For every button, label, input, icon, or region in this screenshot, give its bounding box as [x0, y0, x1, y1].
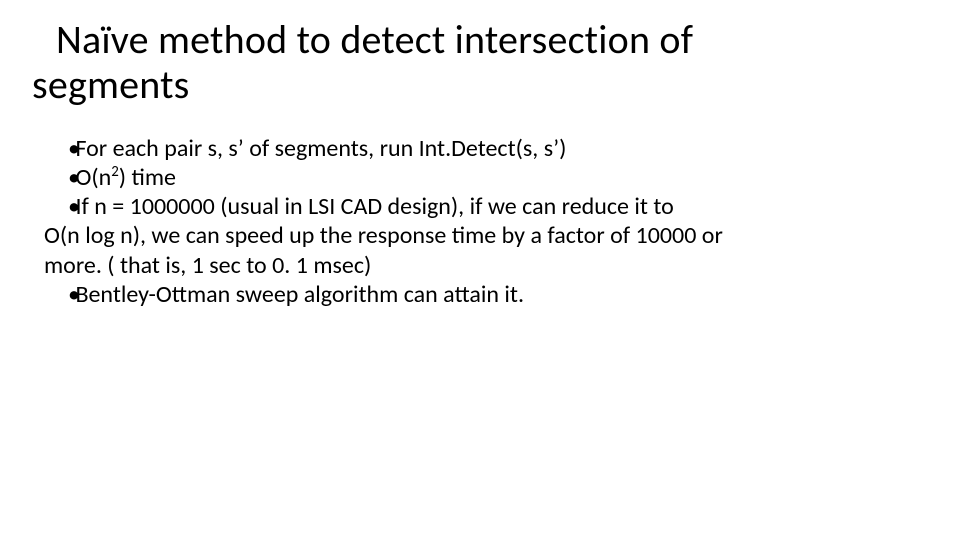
bullet-item-3-cont2: more. ( that is, 1 sec to 0. 1 msec) — [44, 251, 916, 280]
slide: Naïve method to detect intersection of s… — [0, 0, 960, 540]
superscript-2: 2 — [111, 162, 119, 180]
bullet-item-2: • O(n2) time — [44, 163, 916, 192]
bullet-item-3: • If n = 1000000 (usual in LSI CAD desig… — [44, 192, 916, 221]
title-line-1: Naïve method to detect intersection of — [56, 15, 693, 64]
slide-body: • For each pair s, s’ of segments, run I… — [44, 134, 916, 310]
bullet-text-1: For each pair s, s’ of segments, run Int… — [75, 134, 566, 163]
bullet-text-2-post: ) time — [119, 163, 176, 192]
bullet-item-1: • For each pair s, s’ of segments, run I… — [44, 134, 916, 163]
bullet-item-3-cont1: O(n log n), we can speed up the response… — [44, 221, 916, 250]
bullet-dot-icon: • — [56, 280, 70, 309]
title-line-2: segments — [32, 60, 190, 109]
bullet-dot-icon: • — [56, 134, 70, 163]
bullet-text-4: Bentley-Ottman sweep algorithm can attai… — [75, 280, 524, 309]
bullet-item-4: • Bentley-Ottman sweep algorithm can att… — [44, 280, 916, 309]
bullet-dot-icon: • — [56, 163, 70, 192]
slide-title: Naïve method to detect intersection of s… — [44, 18, 916, 108]
bullet-dot-icon: • — [56, 192, 70, 221]
bullet-text-2-pre: O(n — [75, 163, 111, 192]
bullet-text-3: If n = 1000000 (usual in LSI CAD design)… — [75, 192, 673, 221]
